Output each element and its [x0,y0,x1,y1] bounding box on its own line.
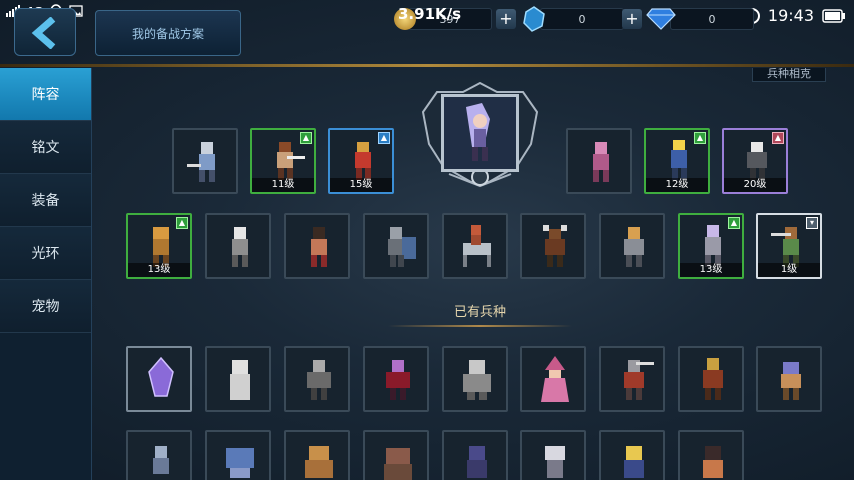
mummy-unit-icon [593,142,609,182]
wolf-rider-unit-icon [226,448,254,478]
witch-unit-icon [541,356,569,402]
back-slot-3[interactable] [284,213,350,279]
knight-unit-icon [187,142,215,182]
gold-rate: 3.91K/s [398,5,462,23]
battle-plan-button[interactable]: 我的备战方案 [95,10,241,56]
section-divider [388,325,572,327]
crystal-value: 0 [578,12,586,26]
owned-slot-17[interactable] [678,430,744,480]
back-slot-4[interactable] [363,213,429,279]
owned-slot-5[interactable] [442,346,508,412]
archer-unit-icon [153,446,169,474]
add-gold-button[interactable]: + [496,9,516,29]
add-crystal-button[interactable]: + [622,9,642,29]
diamond-icon [646,8,676,30]
commander-portrait-icon [466,103,490,161]
owned-slot-2[interactable] [205,346,271,412]
header-divider [0,64,854,67]
owned-slot-16[interactable] [599,430,665,480]
back-slot-1[interactable]: ▲ 13级 [126,213,192,279]
crystal-unit-icon [148,356,174,397]
vampire-unit-icon [386,360,410,400]
goblin-unit-icon [781,362,801,400]
crystal-icon [523,6,545,32]
owned-slot-crystal[interactable] [126,346,192,412]
bear-unit-icon [384,448,412,480]
owned-slot-13[interactable] [363,430,429,480]
back-slot-9[interactable]: ▾ 1级 [756,213,822,279]
owned-slot-8[interactable] [678,346,744,412]
unit-level: 15级 [330,178,392,192]
owned-slot-10[interactable] [126,430,192,480]
sidebar-item-lineup[interactable]: 阵容 [0,68,91,121]
shield-guard-unit-icon [388,227,416,267]
owned-units-title: 已有兵种 [453,305,506,320]
counter-chart-tab[interactable]: 兵种相克 [752,68,826,82]
owned-slot-9[interactable] [756,346,822,412]
sidebar: 阵容 铭文 装备 光环 宠物 [0,68,92,480]
front-slot-1[interactable] [172,128,238,194]
owned-slot-12[interactable] [284,430,350,480]
back-arrow-icon [31,17,56,49]
owned-slot-11[interactable] [205,430,271,480]
crystal-counter: 0 [540,8,624,30]
unit-level: 20级 [724,178,786,192]
heavy-knight-unit-icon [307,360,331,400]
ninja-unit-icon [467,446,487,478]
sidebar-item-equipment[interactable]: 装备 [0,174,91,227]
diamond-value: 0 [708,12,716,26]
barbarian-unit-icon [703,446,723,478]
diamond-counter: 0 [670,8,754,30]
back-slot-2[interactable] [205,213,271,279]
commander-portrait [441,94,519,172]
clock-time: 19:43 [767,6,814,25]
front-slot-4[interactable] [566,128,632,194]
holy-knight-unit-icon [624,446,644,478]
back-slot-8[interactable]: ▲ 13级 [678,213,744,279]
back-button[interactable] [14,8,76,56]
unit-level: 11级 [252,178,314,192]
stone-golem-unit-icon [305,446,333,478]
game-screen: 4G 19:43 我的备战方案 397 3.91K/s + 0 + 0 [0,0,854,480]
hooded-priest-unit-icon [230,360,250,400]
sidebar-item-aura[interactable]: 光环 [0,227,91,280]
sidebar-item-pet[interactable]: 宠物 [0,280,91,333]
back-slot-7[interactable] [599,213,665,279]
monk-unit-icon [311,227,327,267]
battery-icon [822,8,845,23]
general-unit-icon [703,358,723,400]
front-slot-5[interactable]: ▲ 12级 [644,128,710,194]
owned-slot-3[interactable] [284,346,350,412]
status-right: 19:43 [743,6,846,25]
cavalry-unit-icon [463,225,491,267]
armored-golem-unit-icon [463,360,491,400]
unit-level: 13级 [680,263,742,277]
front-slot-2[interactable]: ▲ 11级 [250,128,316,194]
owned-slot-6[interactable] [520,346,586,412]
unit-level: 1级 [758,263,820,277]
owned-slot-14[interactable] [442,430,508,480]
sidebar-item-inscription[interactable]: 铭文 [0,121,91,174]
owned-slot-15[interactable] [520,430,586,480]
unit-level: 12级 [646,178,708,192]
back-slot-5[interactable] [442,213,508,279]
white-haired-mage-unit-icon [545,446,565,478]
skeleton-unit-icon [232,227,248,267]
front-slot-6[interactable]: ▲ 20级 [722,128,788,194]
front-slot-3[interactable]: ▲ 15级 [328,128,394,194]
owned-slot-4[interactable] [363,346,429,412]
back-slot-6[interactable] [520,213,586,279]
unit-level: 13级 [128,263,190,277]
commander-slot[interactable] [419,82,541,188]
horned-warrior-unit-icon [543,225,567,267]
owned-slot-7[interactable] [599,346,665,412]
berserker-unit-icon [624,360,654,400]
gladiator-unit-icon [624,227,644,267]
